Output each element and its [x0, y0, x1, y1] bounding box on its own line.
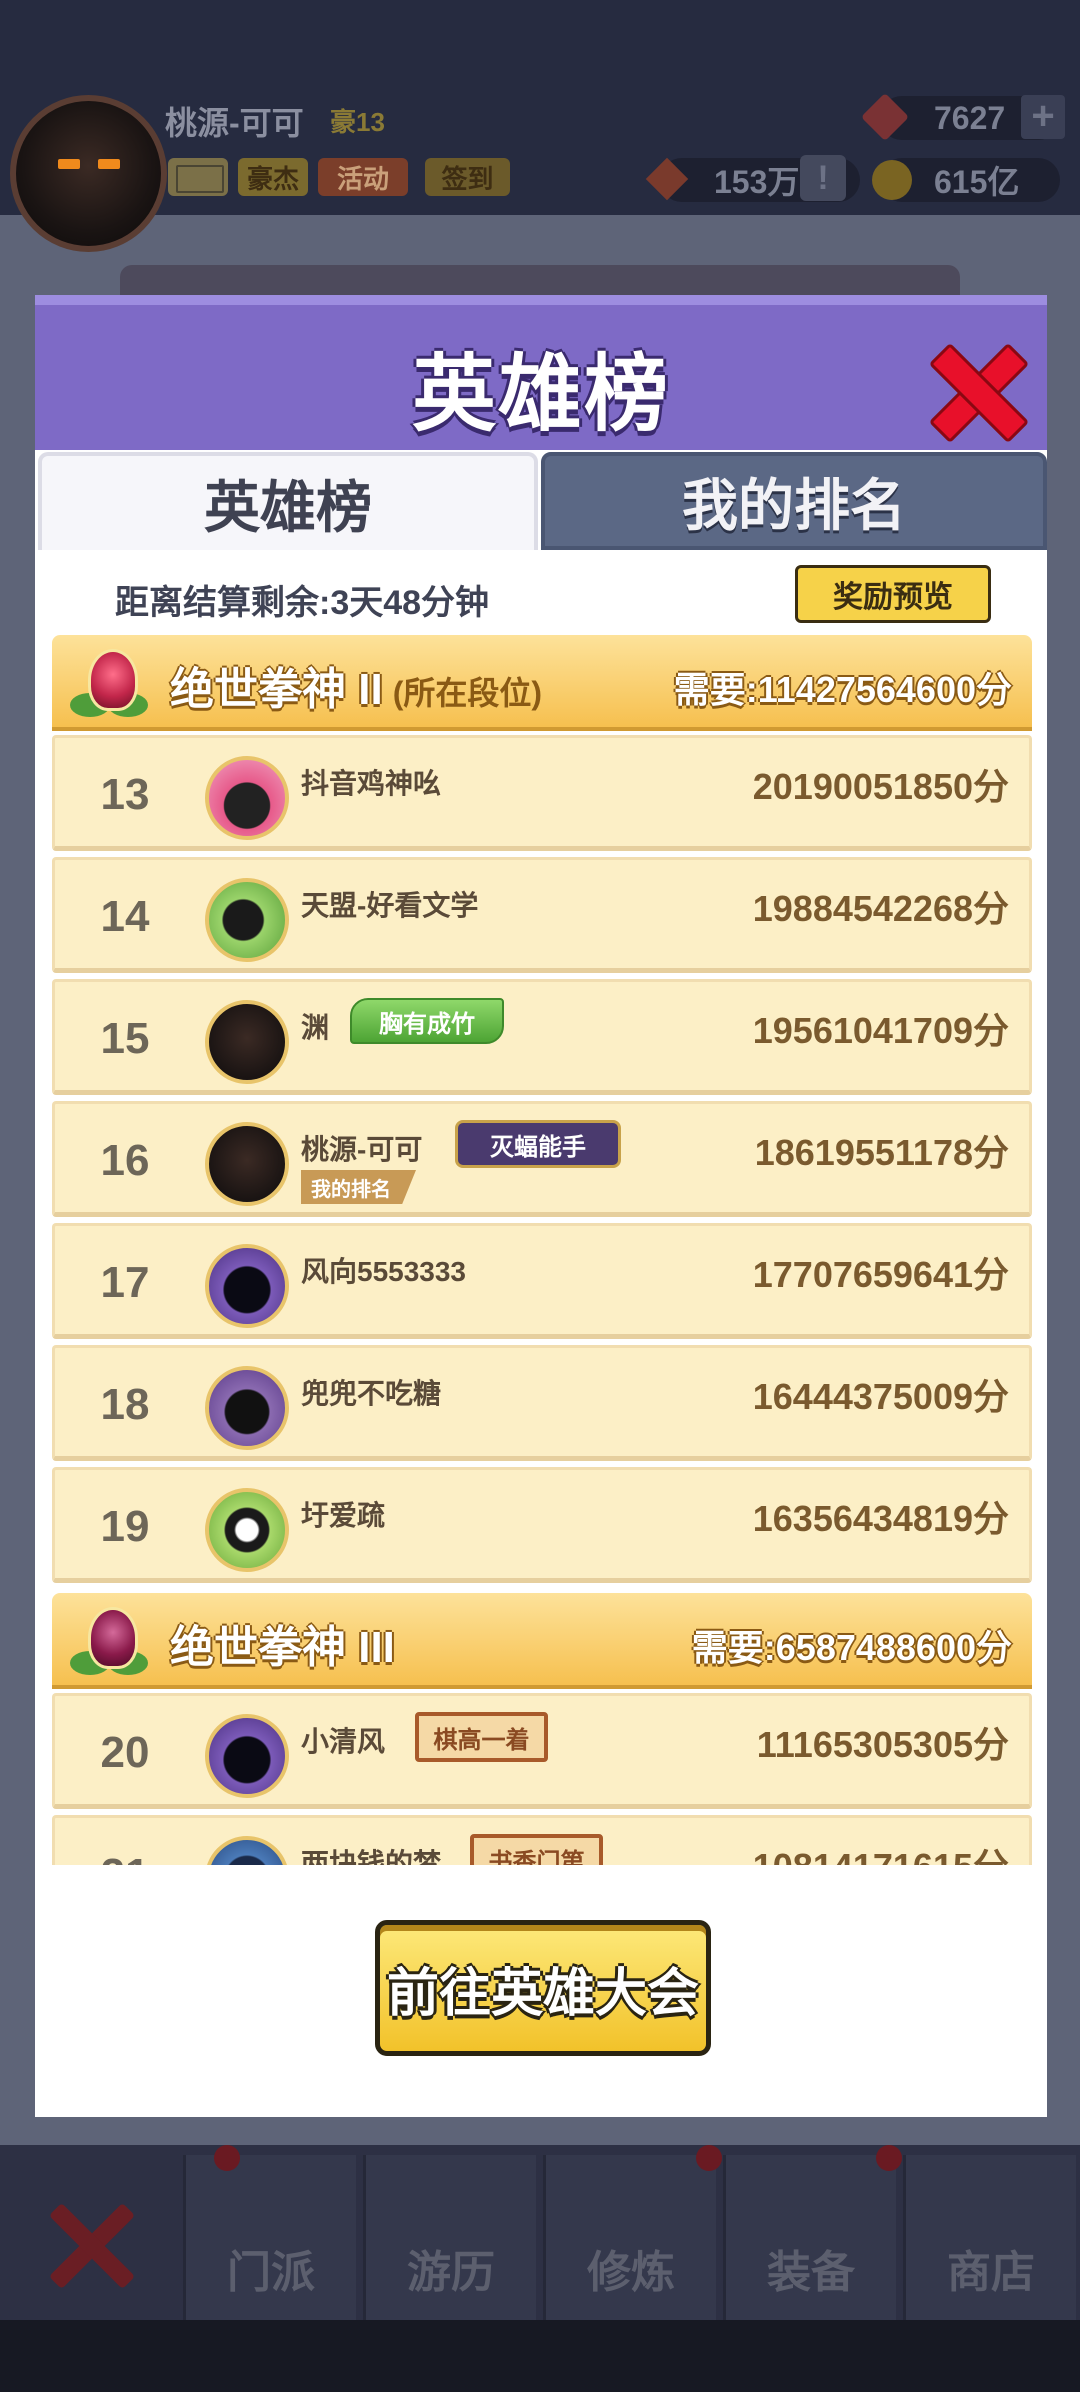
rank-row[interactable]: 21 两块钱的梦 书香门第 10814171615分: [52, 1815, 1032, 1865]
nav-label: 装备: [767, 2248, 855, 2297]
modal-header: 英雄榜: [35, 295, 1047, 450]
player-name: 两块钱的梦: [301, 1848, 442, 1865]
player-avatar: [205, 1244, 289, 1328]
tab-my-rank[interactable]: 我的排名: [541, 452, 1047, 550]
player-name: 天盟-好看文学: [301, 890, 479, 921]
rank-number: 13: [100, 770, 150, 819]
player-score: 10814171615分: [753, 1838, 1009, 1865]
player-name: 桃源-可可: [165, 105, 304, 141]
rank-number: 19: [100, 1502, 150, 1551]
system-bar: [0, 2320, 1080, 2392]
title-badge: 棋高一着: [415, 1712, 548, 1762]
nav-item-sect[interactable]: 门派: [183, 2155, 356, 2320]
player-score: 11165305305分: [756, 1724, 1009, 1765]
tier-emblem-icon: [70, 1603, 148, 1679]
tier-name: 绝世拳神 II (所在段位): [170, 653, 542, 717]
nav-label: 门派: [227, 2248, 315, 2297]
player-avatar: [205, 756, 289, 840]
nav-item-equip[interactable]: 装备: [723, 2145, 902, 2320]
title-badge: 书香门第: [470, 1834, 603, 1865]
nav-label: 商店: [947, 2248, 1035, 2297]
player-avatar: [205, 1000, 289, 1084]
activity-button[interactable]: 活动: [318, 158, 408, 196]
tier-note: (所在段位): [392, 675, 543, 711]
go-hero-conference-button[interactable]: 前往英雄大会: [375, 1920, 711, 2056]
add-gems-button[interactable]: +: [1021, 95, 1065, 139]
alert-button[interactable]: !: [800, 155, 846, 201]
nav-label: 游历: [407, 2248, 495, 2297]
player-avatar: [205, 1122, 289, 1206]
player-score: 16444375009分: [752, 1376, 1009, 1417]
title-badge: 胸有成竹: [350, 998, 504, 1044]
coin-counter: 615亿: [872, 158, 1060, 202]
tier-title: 绝世拳神 III: [170, 1623, 395, 1672]
rank-number: 21: [85, 1850, 165, 1865]
settlement-countdown: 距离结算剩余:3天48分钟: [115, 584, 490, 622]
player-score: 17707659641分: [752, 1254, 1009, 1295]
token-value: 153万: [714, 164, 800, 200]
player-score: 19561041709分: [752, 1010, 1009, 1051]
nav-label: 修炼: [587, 2248, 675, 2297]
nav-item-travel[interactable]: 游历: [214, 2145, 536, 2320]
signin-button[interactable]: 签到: [425, 158, 510, 196]
player-score: 16356434819分: [752, 1498, 1009, 1539]
rank-row[interactable]: 14 天盟-好看文学 19884542268分: [52, 857, 1032, 973]
player-name: 渊: [301, 1012, 330, 1043]
player-avatar: [205, 1366, 289, 1450]
nav-item-train[interactable]: 修炼: [543, 2145, 722, 2320]
player-avatar: [205, 1488, 289, 1572]
tier-requirement: 需要:11427564600分: [673, 669, 1012, 710]
player-score: 20190051850分: [752, 766, 1009, 807]
rank-number: 15: [100, 1014, 150, 1063]
tier-requirement: 需要:6587488600分: [691, 1627, 1012, 1668]
tier-name: 绝世拳神 III: [170, 1611, 405, 1675]
rank-row[interactable]: 13 抖音鸡神吆 20190051850分: [52, 735, 1032, 851]
rank-row[interactable]: 18 兜兜不吃糖 16444375009分: [52, 1345, 1032, 1461]
player-avatar: [205, 878, 289, 962]
reward-preview-button[interactable]: 奖励预览: [795, 565, 991, 623]
tier-emblem-icon: [70, 645, 148, 721]
hero-button[interactable]: 豪杰: [238, 158, 308, 196]
player-name: 兜兜不吃糖: [301, 1378, 442, 1409]
player-name: 圩爱疏: [301, 1500, 386, 1531]
coin-value: 615亿: [934, 164, 1020, 200]
rank-number: 20: [100, 1728, 150, 1777]
rank-number: 16: [100, 1136, 150, 1185]
rank-row-self[interactable]: 16 桃源-可可 灭蝠能手 我的排名 18619551178分: [52, 1101, 1032, 1217]
vip-level: 豪13: [330, 107, 385, 137]
close-icon[interactable]: [45, 2200, 135, 2290]
rank-row[interactable]: 20 小清风 棋高一着 11165305305分: [52, 1693, 1032, 1809]
player-avatar: [205, 1714, 289, 1798]
player-score: 18619551178分: [754, 1132, 1009, 1173]
close-icon[interactable]: [930, 345, 1020, 435]
leaderboard-content: 距离结算剩余:3天48分钟 奖励预览 绝世拳神 II (所在段位) 需要:1142…: [35, 550, 1047, 1880]
leaderboard-modal: 英雄榜 英雄榜 我的排名 距离结算剩余:3天48分钟 奖励预览 绝世拳神 II(…: [35, 295, 1047, 2117]
player-name: 桃源-可可: [301, 1134, 423, 1165]
player-name: 风向5553333: [301, 1256, 467, 1287]
rank-number: 17: [100, 1258, 150, 1307]
player-avatar: [205, 1836, 289, 1865]
tier-title: 绝世拳神 II: [170, 665, 383, 714]
ranking-list[interactable]: 绝世拳神 II (所在段位) 需要:11427564600分 13 抖音鸡神吆 2…: [52, 635, 1032, 1865]
tier-header: 绝世拳神 II (所在段位) 需要:11427564600分: [52, 635, 1032, 731]
rank-row[interactable]: 15 渊 胸有成竹 19561041709分: [52, 979, 1032, 1095]
rank-row[interactable]: 17 风向5553333 17707659641分: [52, 1223, 1032, 1339]
mail-icon[interactable]: [168, 158, 228, 196]
player-score: 19884542268分: [752, 888, 1009, 929]
nav-item-shop[interactable]: 商店: [903, 2155, 1076, 2320]
player-name: 抖音鸡神吆: [301, 768, 442, 799]
tab-leaderboard[interactable]: 英雄榜: [38, 452, 538, 550]
rank-number: 18: [100, 1380, 150, 1429]
rank-number: 14: [100, 892, 150, 941]
player-avatar[interactable]: [10, 95, 167, 252]
rank-row[interactable]: 19 圩爱疏 16356434819分: [52, 1467, 1032, 1583]
title-badge: 灭蝠能手: [455, 1120, 621, 1168]
gem-value: 7627: [934, 99, 1006, 136]
tier-header: 绝世拳神 III 需要:6587488600分: [52, 1593, 1032, 1689]
player-name: 小清风: [301, 1726, 386, 1757]
my-rank-tag: 我的排名: [301, 1170, 416, 1204]
modal-title: 英雄榜: [411, 347, 670, 441]
